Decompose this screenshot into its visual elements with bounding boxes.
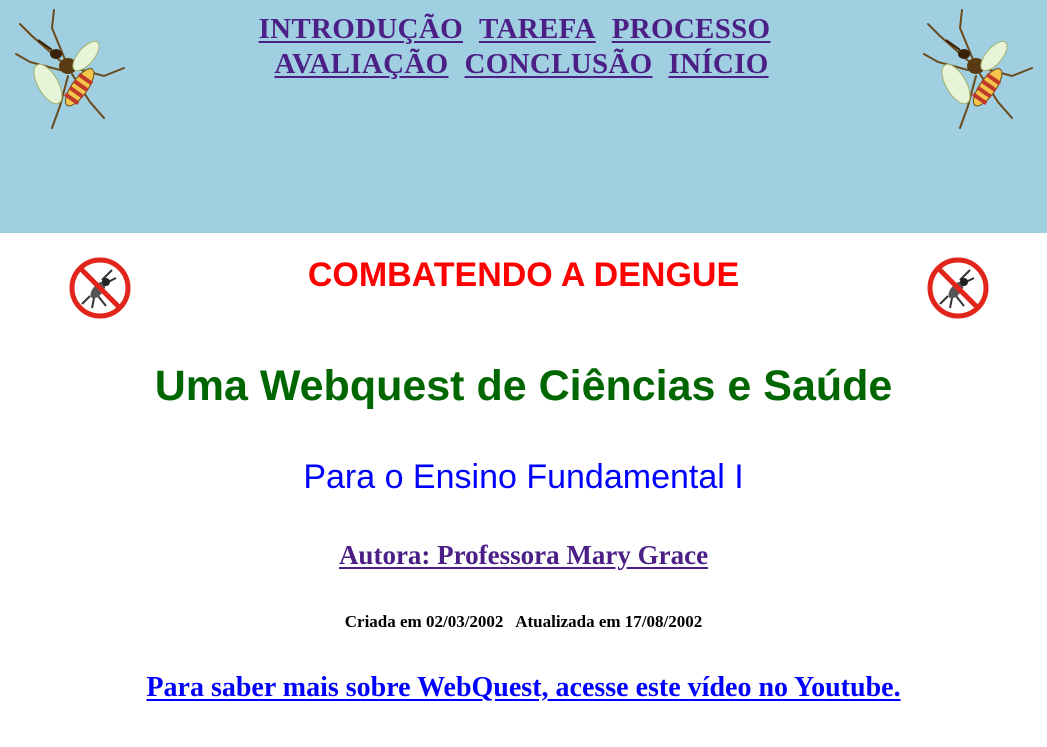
author-line: Autora: Professora Mary Grace (0, 540, 1047, 571)
nav-link-inicio[interactable]: INÍCIO (668, 48, 768, 80)
dates-text: Criada em 02/03/2002 Atualizada em 17/08… (344, 612, 703, 631)
nav-row-1: INTRODUÇÃO TAREFA PROCESSO (0, 12, 1047, 47)
nav-link-introducao[interactable]: INTRODUÇÃO (259, 13, 463, 45)
youtube-line: Para saber mais sobre WebQuest, acesse e… (0, 672, 1047, 704)
nav-link-processo[interactable]: PROCESSO (612, 13, 771, 45)
author-link[interactable]: Autora: Professora Mary Grace (339, 540, 708, 570)
webquest-heading: Uma Webquest de Ciências e Saúde (154, 362, 893, 410)
nav-link-conclusao[interactable]: CONCLUSÃO (464, 48, 652, 80)
header-banner: INTRODUÇÃO TAREFA PROCESSO AVALIAÇÃO CONCLU… (0, 0, 1047, 233)
page: INTRODUÇÃO TAREFA PROCESSO AVALIAÇÃO CONCLU… (0, 0, 1047, 747)
nav-link-avaliacao[interactable]: AVALIAÇÃO (274, 48, 448, 80)
audience-subheading: Para o Ensino Fundamental I (303, 458, 744, 496)
nav-menu: INTRODUÇÃO TAREFA PROCESSO AVALIAÇÃO CONCLU… (0, 12, 1047, 82)
nav-row-2: AVALIAÇÃO CONCLUSÃO INÍCIO (0, 47, 1047, 82)
nav-link-tarefa[interactable]: TAREFA (479, 13, 596, 45)
youtube-video-link[interactable]: Para saber mais sobre WebQuest, acesse e… (146, 672, 900, 703)
page-title: COMBATENDO A DENGUE (307, 256, 740, 294)
